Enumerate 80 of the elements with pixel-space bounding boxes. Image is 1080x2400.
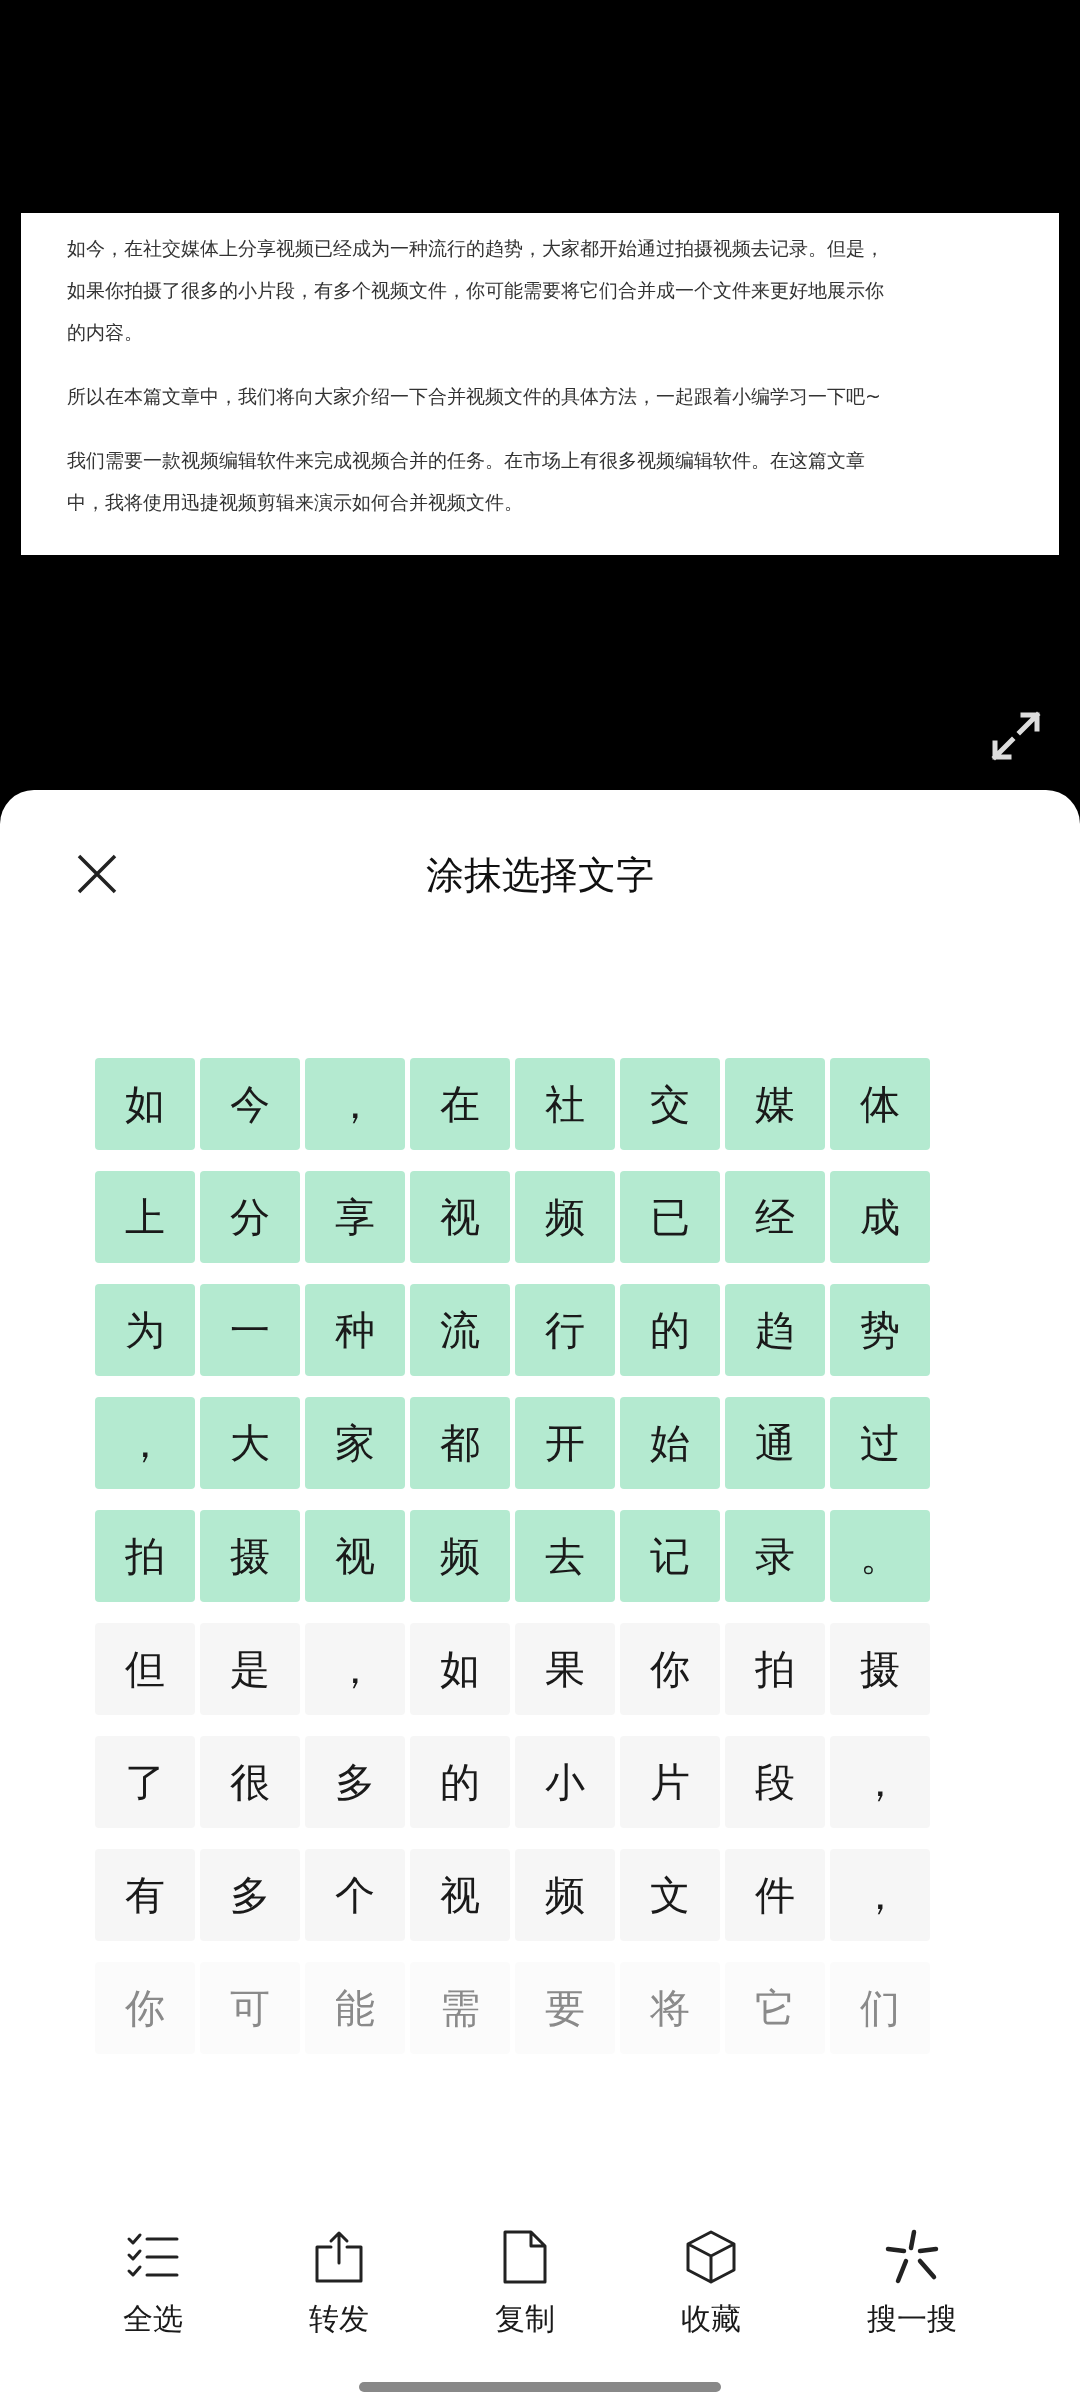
character-tile[interactable]: 势	[829, 1284, 930, 1376]
document-line: 如果你拍摄了很多的小片段，有多个视频文件，你可能需要将它们合并成一个文件来更好地展示你	[67, 278, 885, 303]
character-tile[interactable]: 种	[304, 1284, 405, 1376]
character-tile[interactable]: 多	[199, 1849, 300, 1941]
character-tile[interactable]: 视	[409, 1849, 510, 1941]
character-tile[interactable]: 的	[619, 1284, 720, 1376]
document-line: 中，我将使用迅捷视频剪辑来演示如何合并视频文件。	[67, 490, 524, 515]
action-button[interactable]: 转发	[309, 2229, 369, 2340]
character-tile[interactable]: 频	[409, 1510, 510, 1602]
character-tile[interactable]: 件	[724, 1849, 825, 1941]
character-tile[interactable]: 行	[514, 1284, 615, 1376]
character-tile[interactable]: ，	[94, 1397, 195, 1489]
character-tile[interactable]: 始	[619, 1397, 720, 1489]
character-tile[interactable]: 很	[199, 1736, 300, 1828]
character-tile[interactable]: 。	[829, 1510, 930, 1602]
character-tile[interactable]: 上	[94, 1171, 195, 1263]
character-tile[interactable]: 流	[409, 1284, 510, 1376]
character-tile[interactable]: 片	[619, 1736, 720, 1828]
character-tile[interactable]: 成	[829, 1171, 930, 1263]
character-tile[interactable]: 今	[199, 1058, 300, 1150]
character-tile[interactable]: 果	[514, 1623, 615, 1715]
character-tile[interactable]: 多	[304, 1736, 405, 1828]
character-tile[interactable]: 如	[409, 1623, 510, 1715]
character-tile[interactable]: 体	[829, 1058, 930, 1150]
character-tile[interactable]: 一	[199, 1284, 300, 1376]
character-tile[interactable]: 开	[514, 1397, 615, 1489]
character-tile[interactable]: 视	[304, 1510, 405, 1602]
character-tile[interactable]: 为	[94, 1284, 195, 1376]
cube-icon	[683, 2229, 739, 2285]
character-tile[interactable]: 摄	[199, 1510, 300, 1602]
character-tile[interactable]: 如	[94, 1058, 195, 1150]
character-tile[interactable]: 经	[724, 1171, 825, 1263]
character-tile[interactable]: ，	[829, 1736, 930, 1828]
character-tile[interactable]: 视	[409, 1171, 510, 1263]
document-line: 所以在本篇文章中，我们将向大家介绍一下合并视频文件的具体方法，一起跟着小编学习一下吧~	[67, 384, 882, 409]
character-tile[interactable]: 享	[304, 1171, 405, 1263]
character-tile[interactable]: 段	[724, 1736, 825, 1828]
document-line: 如今，在社交媒体上分享视频已经成为一种流行的趋势，大家都开始通过拍摄视频去记录。但是，	[67, 236, 885, 261]
character-tile[interactable]: 已	[619, 1171, 720, 1263]
character-tile[interactable]: 记	[619, 1510, 720, 1602]
character-tile[interactable]: 大	[199, 1397, 300, 1489]
character-tile[interactable]: 去	[514, 1510, 615, 1602]
character-tile[interactable]: ，	[829, 1849, 930, 1941]
character-tile[interactable]: 频	[514, 1171, 615, 1263]
character-tile[interactable]: 交	[619, 1058, 720, 1150]
character-tile[interactable]: 录	[724, 1510, 825, 1602]
action-button[interactable]: 收藏	[681, 2229, 741, 2340]
character-tile[interactable]: 摄	[829, 1623, 930, 1715]
character-tile[interactable]: 是	[199, 1623, 300, 1715]
character-tile[interactable]: 文	[619, 1849, 720, 1941]
action-button[interactable]: 复制	[495, 2229, 555, 2340]
action-button[interactable]: 全选	[123, 2229, 183, 2340]
character-tile[interactable]: 的	[409, 1736, 510, 1828]
sparkle-icon	[884, 2229, 940, 2285]
sheet-title: 涂抹选择文字	[426, 851, 654, 899]
document-line: 的内容。	[67, 320, 144, 345]
character-tile[interactable]: 频	[514, 1849, 615, 1941]
character-tile[interactable]: 拍	[724, 1623, 825, 1715]
character-tile[interactable]: 通	[724, 1397, 825, 1489]
character-tile[interactable]: 小	[514, 1736, 615, 1828]
character-tile[interactable]: 拍	[94, 1510, 195, 1602]
character-tile[interactable]: 但	[94, 1623, 195, 1715]
character-tile[interactable]: 有	[94, 1849, 195, 1941]
character-tile[interactable]: 过	[829, 1397, 930, 1489]
action-button[interactable]: 搜一搜	[867, 2229, 957, 2340]
character-tile[interactable]: 个	[304, 1849, 405, 1941]
expand-icon[interactable]	[990, 710, 1042, 762]
close-icon[interactable]	[76, 853, 118, 895]
character-tile[interactable]: ，	[304, 1623, 405, 1715]
character-tile[interactable]: 趋	[724, 1284, 825, 1376]
character-tile[interactable]: 社	[514, 1058, 615, 1150]
character-tile[interactable]: 你	[619, 1623, 720, 1715]
document-line: 我们需要一款视频编辑软件来完成视频合并的任务。在市场上有很多视频编辑软件。在这篇文章	[67, 448, 866, 473]
character-tile[interactable]: 媒	[724, 1058, 825, 1150]
character-tile[interactable]: 在	[409, 1058, 510, 1150]
character-tile[interactable]: ，	[304, 1058, 405, 1150]
character-tile[interactable]: 都	[409, 1397, 510, 1489]
character-tile[interactable]: 分	[199, 1171, 300, 1263]
character-tile[interactable]: 家	[304, 1397, 405, 1489]
character-tile[interactable]: 了	[94, 1736, 195, 1828]
